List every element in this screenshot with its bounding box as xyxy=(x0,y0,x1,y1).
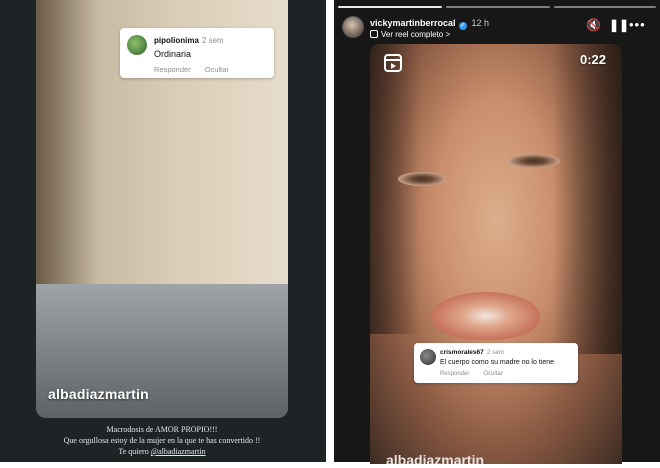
reel-icon[interactable] xyxy=(384,54,402,72)
comment-text: Ordinaria xyxy=(154,49,192,59)
caption-line-3-prefix: Te quiero xyxy=(118,447,151,456)
story-progress-segment xyxy=(338,6,442,8)
reply-button[interactable]: Responder xyxy=(154,65,191,74)
hide-button[interactable]: Ocultar xyxy=(483,371,502,377)
story-progress-segment xyxy=(554,6,656,8)
mute-icon[interactable]: 🔇 xyxy=(586,18,601,32)
comment-text: El cuerpo como su madre no lo tiene xyxy=(440,359,555,366)
commenter-username: pipolionima 2 sem xyxy=(154,36,224,45)
comment-time: 2 sem xyxy=(486,349,505,356)
right-comment-sticker[interactable]: crismorales67 2 sem El cuerpo como su mad… xyxy=(414,343,578,383)
story-time: 12 h xyxy=(471,18,490,28)
story-author[interactable]: vickymartinberrocal ✓ 12 h xyxy=(370,18,489,30)
view-full-reel-label: Ver reel completo xyxy=(381,30,444,39)
reply-button[interactable]: Responder xyxy=(440,371,469,377)
story-author-username[interactable]: vickymartinberrocal xyxy=(370,18,456,28)
caption-line-1: Macrodosis de AMOR PROPIO!!! xyxy=(106,425,218,434)
view-full-reel-link[interactable]: Ver reel completo > xyxy=(370,30,450,39)
caption-mention-link[interactable]: @albadiazmartin xyxy=(151,447,206,456)
video-lips xyxy=(432,292,540,340)
comment-time: 2 sem xyxy=(201,36,224,45)
video-eye-right xyxy=(508,154,560,168)
verified-badge-icon: ✓ xyxy=(458,22,467,30)
commenter-avatar xyxy=(420,349,436,365)
comment-actions: Responder Ocultar xyxy=(154,65,243,74)
reel-small-icon xyxy=(370,30,378,38)
caption-line-3: Te quiero @albadiazmartin xyxy=(36,446,288,457)
right-mention-tag[interactable]: albadiazmartin xyxy=(386,452,484,468)
commenter-avatar xyxy=(127,35,147,55)
left-comment-sticker[interactable]: pipolionima 2 sem Ordinaria Responder Ocul… xyxy=(120,28,274,78)
chevron-right-icon: > xyxy=(445,30,451,39)
story-author-avatar[interactable] xyxy=(342,16,364,38)
video-hair-right xyxy=(552,44,622,354)
video-hair-left xyxy=(370,44,420,334)
more-options-icon[interactable]: ••• xyxy=(629,18,646,32)
video-eye-left xyxy=(398,172,446,186)
pause-icon[interactable]: ❚❚ xyxy=(609,18,629,32)
caption-line-2: Que orgullosa estoy de la mujer en la qu… xyxy=(63,436,261,445)
left-mention-tag[interactable]: albadiazmartin xyxy=(48,386,149,402)
story-progress-segment xyxy=(446,6,550,8)
right-story-video[interactable] xyxy=(370,44,622,464)
comment-actions: Responder Ocultar xyxy=(440,371,517,377)
hide-button[interactable]: Ocultar xyxy=(205,65,229,74)
commenter-username: crismorales67 2 sem xyxy=(440,349,505,356)
video-timer: 0:22 xyxy=(580,52,607,67)
